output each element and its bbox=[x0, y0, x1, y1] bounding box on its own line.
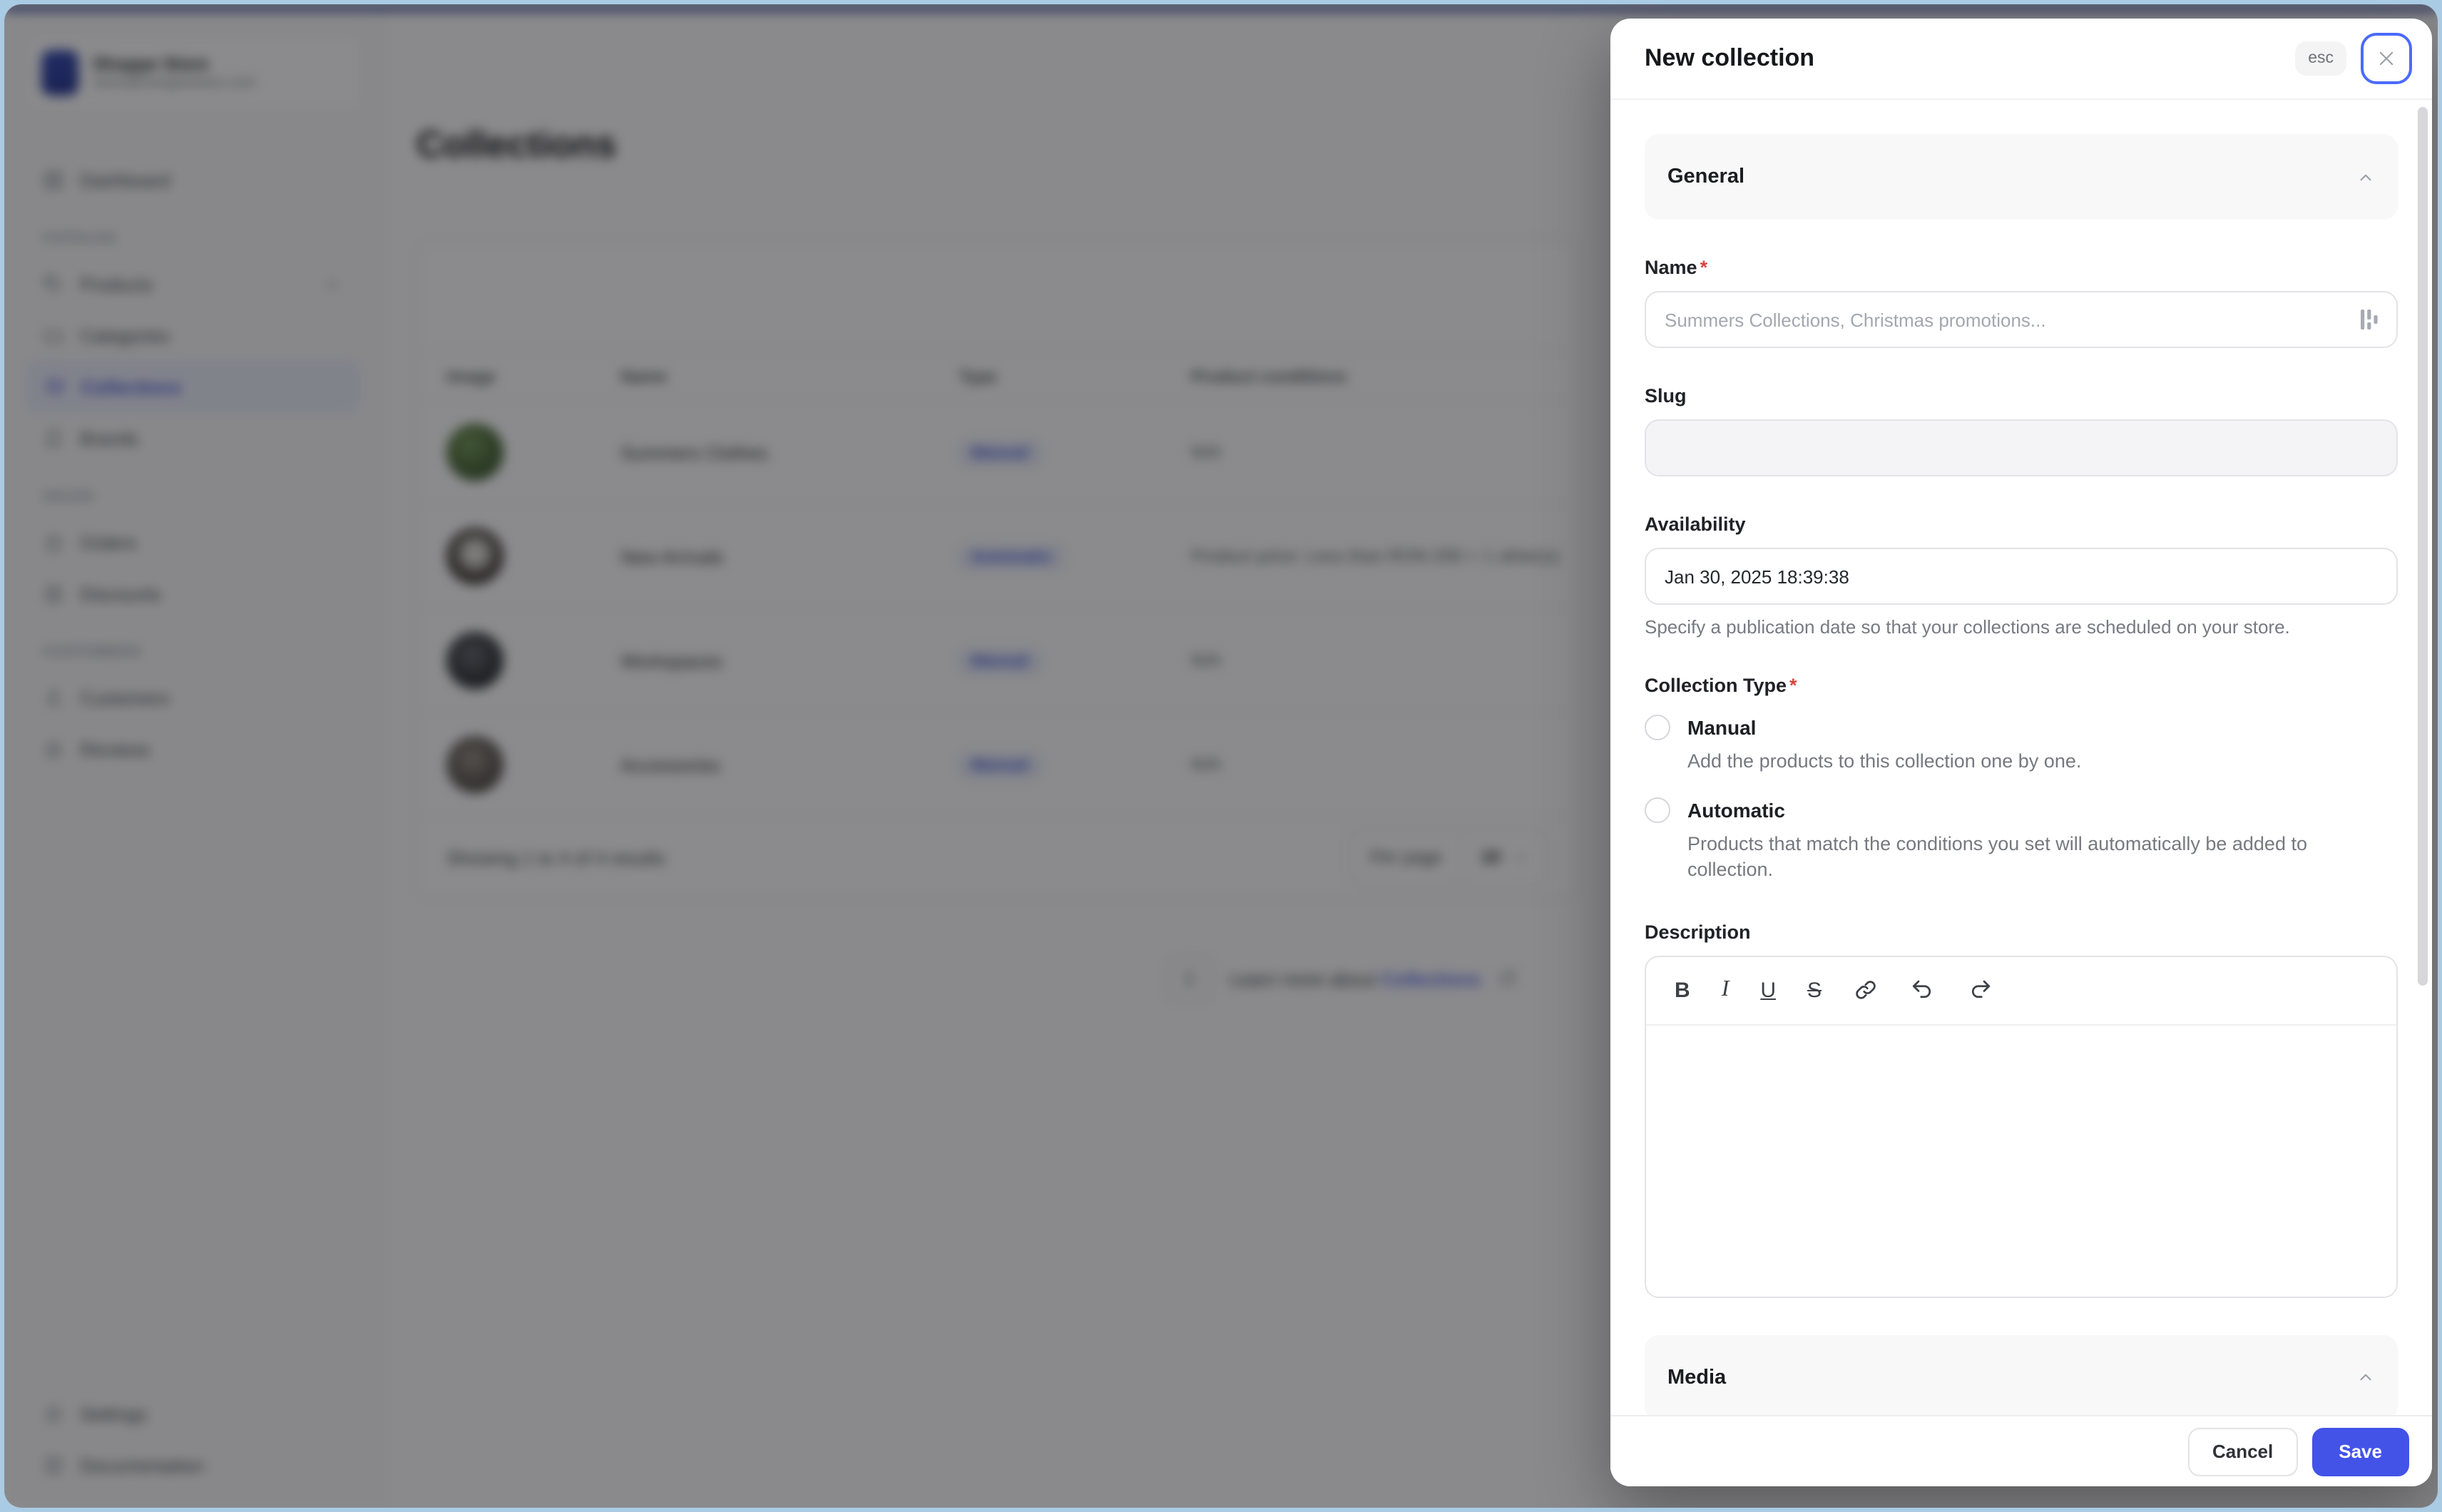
availability-input[interactable] bbox=[1645, 548, 2398, 605]
chevron-up-icon bbox=[2360, 173, 2371, 180]
required-asterisk: * bbox=[1789, 675, 1797, 696]
slug-field: Slug bbox=[1645, 385, 2398, 476]
name-field: Name * bbox=[1645, 257, 2398, 348]
description-field: Description B I U S bbox=[1645, 921, 2398, 1298]
chevron-up-icon bbox=[2360, 1374, 2371, 1381]
slug-label: Slug bbox=[1645, 385, 1687, 407]
underline-button[interactable]: U bbox=[1760, 978, 1776, 1002]
availability-label: Availability bbox=[1645, 514, 1746, 535]
redo-icon[interactable] bbox=[1967, 977, 1993, 1003]
radio-label: Manual bbox=[1687, 716, 1757, 739]
drawer-header: New collection esc bbox=[1610, 19, 2432, 100]
italic-button[interactable]: I bbox=[1722, 977, 1730, 1003]
section-title: Media bbox=[1667, 1366, 1727, 1389]
radio-description: Add the products to this collection one … bbox=[1687, 750, 2082, 772]
description-label: Description bbox=[1645, 921, 1751, 943]
radio-button[interactable] bbox=[1645, 715, 1670, 740]
media-section-header-wrap: Media bbox=[1645, 1334, 2398, 1415]
save-button[interactable]: Save bbox=[2311, 1427, 2409, 1476]
new-collection-drawer: New collection esc General Name * Summer… bbox=[1610, 19, 2432, 1486]
editor-content[interactable] bbox=[1646, 1025, 2396, 1297]
undo-icon[interactable] bbox=[1910, 977, 1936, 1003]
required-asterisk: * bbox=[1700, 257, 1708, 278]
radio-option-manual[interactable]: Manual bbox=[1645, 715, 2398, 740]
close-button[interactable] bbox=[2361, 33, 2412, 84]
drawer-scrollbar[interactable] bbox=[2418, 107, 2428, 986]
general-section-header[interactable]: General bbox=[1645, 134, 2398, 220]
media-section-header[interactable]: Media bbox=[1645, 1334, 2398, 1415]
name-input[interactable] bbox=[1645, 291, 2398, 348]
esc-shortcut-badge: esc bbox=[2295, 41, 2346, 76]
slug-input[interactable] bbox=[1645, 419, 2398, 476]
collection-type-field: Collection Type * Manual Add the products… bbox=[1645, 675, 2398, 884]
section-title: General bbox=[1667, 165, 1744, 188]
link-icon[interactable] bbox=[1853, 977, 1879, 1003]
cancel-button[interactable]: Cancel bbox=[2187, 1427, 2298, 1476]
strikethrough-button[interactable]: S bbox=[1807, 978, 1822, 1002]
radio-option-automatic[interactable]: Automatic bbox=[1645, 797, 2398, 824]
collection-type-label: Collection Type * bbox=[1645, 675, 1797, 696]
drawer-body[interactable]: General Name* Slug bbox=[1610, 100, 2432, 1415]
radio-label: Automatic bbox=[1687, 799, 1785, 822]
radio-description: Products that match the conditions you s… bbox=[1687, 833, 2307, 881]
drawer-footer: Cancel Save bbox=[1610, 1415, 2432, 1486]
app-window: Shoppe Store store@shoppestore.com Dashb… bbox=[4, 4, 2438, 1508]
availability-field: Availability Specify a publication date … bbox=[1645, 514, 2398, 638]
drawer-title: New collection bbox=[1645, 44, 1815, 71]
availability-helper: Specify a publication date so that your … bbox=[1645, 616, 2290, 638]
rich-text-editor: B I U S bbox=[1645, 955, 2398, 1298]
close-icon bbox=[2379, 51, 2394, 66]
bold-button[interactable]: B bbox=[1675, 978, 1690, 1002]
name-label: Name * bbox=[1645, 257, 1708, 278]
autofill-icon[interactable] bbox=[2358, 307, 2381, 332]
radio-button[interactable] bbox=[1645, 797, 1670, 824]
editor-toolbar: B I U S bbox=[1646, 956, 2396, 1026]
screenshot-stage: Shoppe Store store@shoppestore.com Dashb… bbox=[0, 0, 2442, 1512]
